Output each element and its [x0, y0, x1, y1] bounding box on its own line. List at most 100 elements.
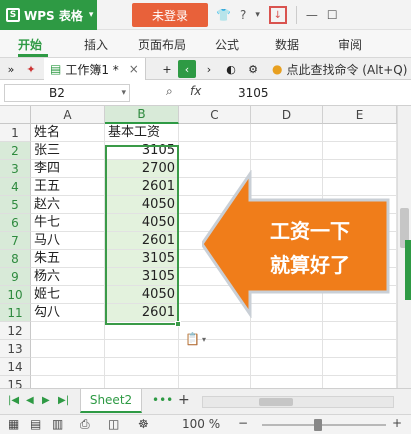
column-header-b[interactable]: B: [105, 106, 179, 124]
horizontal-scrollbar[interactable]: [202, 396, 394, 408]
formula-input[interactable]: 3105: [238, 84, 269, 102]
chevron-down-icon[interactable]: ▾: [255, 10, 260, 20]
tab-data[interactable]: 数据: [275, 30, 299, 58]
first-sheet-icon[interactable]: |◀: [8, 395, 19, 406]
cell-c14[interactable]: [179, 358, 251, 376]
zoom-in-icon[interactable]: +: [392, 416, 402, 430]
protect-icon[interactable]: ◫: [108, 417, 119, 431]
side-panel-toggle[interactable]: [405, 240, 411, 300]
settings-icon[interactable]: ⚙: [244, 60, 262, 78]
row-header[interactable]: 12: [0, 322, 31, 340]
cell-a7[interactable]: 马八: [31, 232, 105, 250]
help-icon[interactable]: ?: [240, 8, 246, 22]
zoom-out-icon[interactable]: −: [238, 416, 248, 430]
name-box[interactable]: B2 ▾: [4, 84, 130, 102]
forward-icon[interactable]: ›: [200, 60, 218, 78]
fill-handle[interactable]: [175, 321, 181, 327]
cell-e12[interactable]: [323, 322, 397, 340]
expand-icon[interactable]: »: [2, 60, 20, 78]
row-header[interactable]: 1: [0, 124, 31, 142]
cell-b12[interactable]: [105, 322, 179, 340]
cell-d12[interactable]: [251, 322, 323, 340]
row-header[interactable]: 13: [0, 340, 31, 358]
cell-e2[interactable]: [323, 142, 397, 160]
cell-a14[interactable]: [31, 358, 105, 376]
cell-c2[interactable]: [179, 142, 251, 160]
page-break-icon[interactable]: ▥: [52, 417, 63, 431]
paste-options-icon[interactable]: 📋 ▾: [185, 331, 207, 347]
cell-b3[interactable]: 2700: [105, 160, 179, 178]
reading-icon[interactable]: ☸: [138, 417, 149, 431]
command-search[interactable]: ● 点此查找命令 (Alt+Q): [272, 58, 407, 80]
tab-page-layout[interactable]: 页面布局: [138, 30, 186, 58]
search-icon[interactable]: ⌕: [166, 84, 173, 99]
print-icon[interactable]: ⎙: [80, 417, 90, 432]
row-header[interactable]: 8: [0, 250, 31, 268]
cell-b7[interactable]: 2601: [105, 232, 179, 250]
cell-a8[interactable]: 朱五: [31, 250, 105, 268]
normal-view-icon[interactable]: ▦: [8, 417, 19, 431]
cell-b9[interactable]: 3105: [105, 268, 179, 286]
cell-b2[interactable]: 3105: [105, 142, 179, 160]
cell-e13[interactable]: [323, 340, 397, 358]
cell-a2[interactable]: 张三: [31, 142, 105, 160]
cell-d2[interactable]: [251, 142, 323, 160]
cell-b13[interactable]: [105, 340, 179, 358]
cell-b4[interactable]: 2601: [105, 178, 179, 196]
back-icon[interactable]: ‹: [178, 60, 196, 78]
pin-icon[interactable]: ✦: [22, 60, 40, 78]
column-header-a[interactable]: A: [31, 106, 105, 124]
row-header[interactable]: 6: [0, 214, 31, 232]
document-tab[interactable]: ▤ 工作簿1 * ×: [44, 58, 146, 80]
minimize-icon[interactable]: —: [306, 8, 318, 22]
row-header[interactable]: 14: [0, 358, 31, 376]
add-sheet-button[interactable]: +: [178, 392, 190, 408]
cell-b8[interactable]: 3105: [105, 250, 179, 268]
row-header[interactable]: 11: [0, 304, 31, 322]
row-header[interactable]: 10: [0, 286, 31, 304]
row-header[interactable]: 4: [0, 178, 31, 196]
cell-a5[interactable]: 赵六: [31, 196, 105, 214]
cell-a4[interactable]: 王五: [31, 178, 105, 196]
maximize-icon[interactable]: ☐: [327, 8, 338, 22]
cell-a11[interactable]: 勾八: [31, 304, 105, 322]
scroll-thumb[interactable]: [259, 398, 293, 406]
cell-d1[interactable]: [251, 124, 323, 142]
prev-sheet-icon[interactable]: ◀: [26, 395, 34, 406]
more-sheets-icon[interactable]: •••: [152, 393, 173, 407]
chevron-down-icon[interactable]: ▾: [121, 85, 126, 101]
zoom-slider[interactable]: [262, 424, 386, 426]
cell-b11[interactable]: 2601: [105, 304, 179, 322]
tab-insert[interactable]: 插入: [84, 30, 108, 58]
download-icon[interactable]: ↓: [268, 6, 287, 24]
cell-e14[interactable]: [323, 358, 397, 376]
last-sheet-icon[interactable]: ▶|: [58, 395, 69, 406]
select-all-corner[interactable]: [0, 106, 31, 124]
cell-a3[interactable]: 李四: [31, 160, 105, 178]
page-layout-icon[interactable]: ▤: [30, 417, 41, 431]
row-header[interactable]: 9: [0, 268, 31, 286]
app-menu-button[interactable]: S WPS 表格 ▾: [0, 0, 97, 30]
new-tab-button[interactable]: +: [158, 60, 176, 78]
row-header[interactable]: 7: [0, 232, 31, 250]
cell-b14[interactable]: [105, 358, 179, 376]
sheet-tab-active[interactable]: Sheet2: [80, 389, 142, 413]
cell-e1[interactable]: [323, 124, 397, 142]
cell-a1[interactable]: 姓名: [31, 124, 105, 142]
cell-a13[interactable]: [31, 340, 105, 358]
history-icon[interactable]: ◐: [222, 60, 240, 78]
column-header-d[interactable]: D: [251, 106, 323, 124]
cell-a12[interactable]: [31, 322, 105, 340]
row-header[interactable]: 3: [0, 160, 31, 178]
cell-a9[interactable]: 杨六: [31, 268, 105, 286]
cell-a10[interactable]: 姬七: [31, 286, 105, 304]
cell-a6[interactable]: 牛七: [31, 214, 105, 232]
cell-b1[interactable]: 基本工资: [105, 124, 179, 142]
row-header[interactable]: 2: [0, 142, 31, 160]
cell-c1[interactable]: [179, 124, 251, 142]
cell-b5[interactable]: 4050: [105, 196, 179, 214]
login-button[interactable]: 未登录: [132, 3, 208, 27]
close-icon[interactable]: ×: [129, 62, 139, 76]
cell-b10[interactable]: 4050: [105, 286, 179, 304]
tab-formulas[interactable]: 公式: [215, 30, 239, 58]
